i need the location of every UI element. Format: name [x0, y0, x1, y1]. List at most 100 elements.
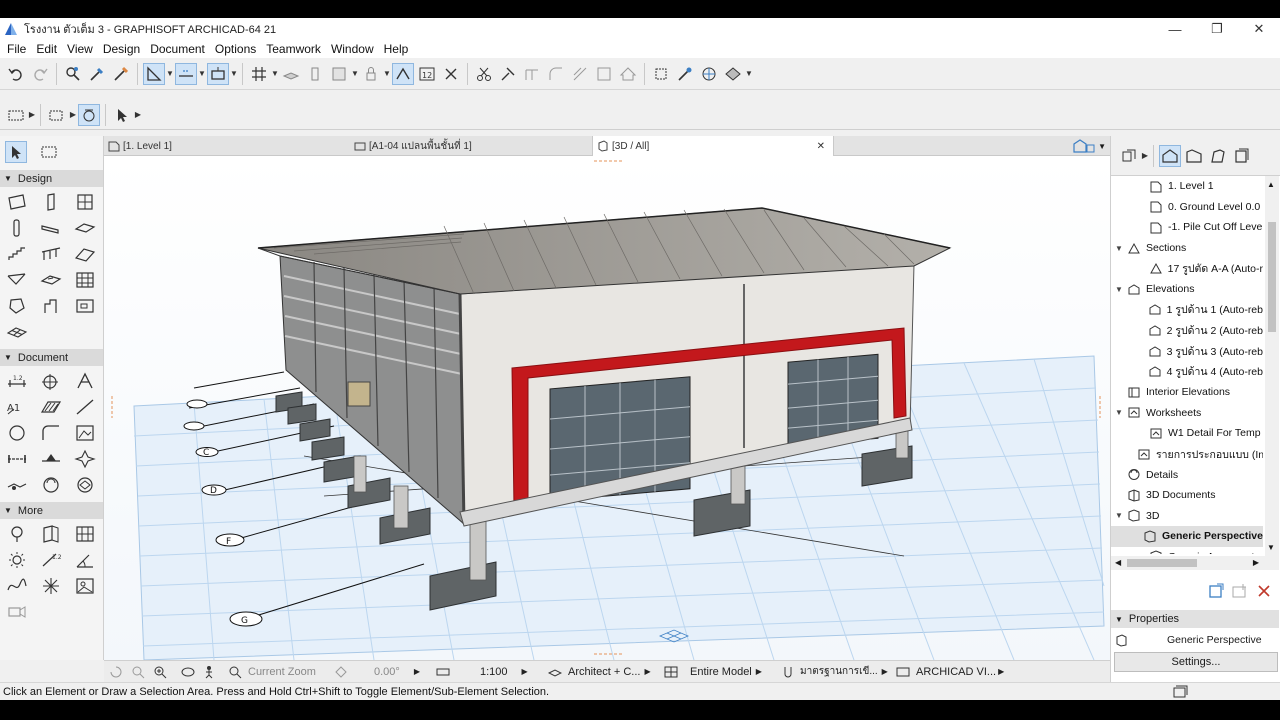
elevation-tool-icon[interactable]	[34, 446, 68, 472]
worksheet-tool-icon[interactable]	[0, 472, 34, 498]
navigator-item[interactable]: ▼ Worksheets	[1111, 403, 1263, 424]
object-tool-icon[interactable]	[34, 293, 68, 319]
lamp-tool-icon[interactable]	[0, 521, 34, 547]
label-tool-icon[interactable]: A1	[0, 394, 34, 420]
properties-header[interactable]: ▼ Properties	[1111, 610, 1279, 628]
beam-tool-icon[interactable]	[34, 215, 68, 241]
image-figure-tool-icon[interactable]	[68, 573, 102, 599]
navigator-item[interactable]: 17 รูปตัด A-A (Auto-r	[1111, 258, 1263, 279]
navigator-item[interactable]: -1. Pile Cut Off Leve	[1111, 217, 1263, 238]
render-icon[interactable]	[722, 63, 744, 85]
orbit-back-button[interactable]	[108, 665, 124, 679]
guide-dropdown[interactable]: ▼	[166, 63, 174, 85]
morph-tool-icon[interactable]	[0, 293, 34, 319]
publisher-sets-icon[interactable]	[1231, 145, 1253, 167]
marquee-icon[interactable]	[328, 63, 350, 85]
windows-toggle-icon[interactable]	[1172, 685, 1188, 699]
expand-toggle-icon[interactable]: ▼	[1113, 244, 1125, 253]
camera-tool-icon[interactable]	[0, 599, 34, 625]
navigator-item[interactable]: Generic Axonometr	[1111, 547, 1263, 554]
navigator-item[interactable]: ▼ 3D	[1111, 506, 1263, 527]
navigator-item[interactable]: ▼ Elevations	[1111, 279, 1263, 300]
pen-set-control[interactable]: Architect + C... ▶	[548, 666, 658, 678]
menu-file[interactable]: File	[2, 42, 31, 56]
navigator-mode-icon[interactable]	[1118, 145, 1140, 167]
stair-tool-icon[interactable]	[0, 241, 34, 267]
gravity-icon[interactable]	[207, 62, 229, 85]
layer-icon[interactable]	[280, 63, 302, 85]
renovation-filter-control[interactable]: ARCHICAD VI... ▶	[896, 666, 1006, 678]
scroll-down-arrow-icon[interactable]: ▼	[1267, 543, 1275, 552]
tab-3d-all[interactable]: [3D / All] ✕	[592, 136, 834, 156]
scale-control[interactable]: 1:100 ▶	[436, 666, 542, 678]
syringe-icon[interactable]	[110, 63, 132, 85]
new-view-icon[interactable]	[1207, 582, 1225, 600]
dimension-tool-icon[interactable]: 1.2	[0, 368, 34, 394]
line-tool-icon[interactable]	[68, 394, 102, 420]
menu-view[interactable]: View	[62, 42, 98, 56]
scissors-icon[interactable]	[473, 63, 495, 85]
arrow-select-dropdown[interactable]: ▶	[134, 104, 142, 126]
navigator-mode-dropdown[interactable]: ▶	[1141, 145, 1149, 167]
navigator-item[interactable]: Generic Perspective	[1111, 526, 1263, 547]
navigator-item[interactable]: 4 รูปด้าน 4 (Auto-reb	[1111, 361, 1263, 382]
navigator-horizontal-scrollbar[interactable]: ◀ ▶	[1111, 556, 1279, 570]
undo-button[interactable]	[5, 63, 27, 85]
arrow-select-icon[interactable]	[111, 104, 133, 126]
level-dimension-tool-icon[interactable]	[34, 368, 68, 394]
selection-mode-dropdown[interactable]: ▶	[28, 104, 36, 126]
wall-tool-icon[interactable]	[0, 189, 34, 215]
section-tool-icon[interactable]	[0, 446, 34, 472]
fillet-icon[interactable]	[545, 63, 567, 85]
navigator-item[interactable]: 3D Documents	[1111, 485, 1263, 506]
angle-dimension-tool-icon[interactable]	[68, 547, 102, 573]
teamwork-globe-icon[interactable]	[698, 63, 720, 85]
change-tool-icon[interactable]	[68, 472, 102, 498]
adjust-icon[interactable]	[497, 63, 519, 85]
railing-tool-icon[interactable]	[34, 241, 68, 267]
zoom-in-button[interactable]	[130, 665, 146, 679]
door-tool-icon[interactable]	[34, 189, 68, 215]
scrollbar-thumb[interactable]	[1268, 222, 1276, 332]
tab-layout-a1-04[interactable]: [A1-04 แปลนพื้นชั้นที่ 1]	[350, 136, 590, 156]
menu-window[interactable]: Window	[326, 42, 379, 56]
group-icon[interactable]	[650, 63, 672, 85]
expand-toggle-icon[interactable]: ▼	[1113, 511, 1125, 520]
snap-guide-icon[interactable]	[175, 62, 197, 85]
view-settings-button[interactable]: Settings...	[1114, 652, 1278, 672]
redo-button[interactable]	[29, 63, 51, 85]
light-tool-icon[interactable]	[0, 547, 34, 573]
lock-dropdown[interactable]: ▼	[383, 63, 391, 85]
grid-snap-icon[interactable]	[248, 63, 270, 85]
project-map-icon[interactable]	[1159, 144, 1181, 167]
curtain-wall-tool-icon[interactable]	[68, 267, 102, 293]
menu-document[interactable]: Document	[145, 42, 210, 56]
document-section-header[interactable]: ▼ Document	[0, 349, 103, 366]
navigator-item[interactable]: 1 รูปด้าน 1 (Auto-reb	[1111, 300, 1263, 321]
pencil-section-icon[interactable]	[304, 63, 326, 85]
horizontal-scrollbar-thumb[interactable]	[1127, 559, 1197, 567]
3d-model-scene[interactable]: C D F G	[104, 156, 1110, 660]
zoom-fit-button[interactable]	[152, 665, 168, 679]
minimize-button[interactable]: —	[1154, 18, 1196, 40]
mesh-tool-icon[interactable]	[0, 319, 34, 345]
pen-brush-icon[interactable]	[674, 63, 696, 85]
close-window-button[interactable]: ✕	[1238, 18, 1280, 40]
column-tool-icon[interactable]	[0, 215, 34, 241]
dimension-standard-control[interactable]: มาตรฐานการเขี... ▶	[782, 664, 890, 679]
grid-snap-dropdown[interactable]: ▼	[271, 63, 279, 85]
intersect-icon[interactable]	[521, 63, 543, 85]
navigator-item[interactable]: รายการประกอบแบบ (In	[1111, 444, 1263, 465]
menu-edit[interactable]: Edit	[31, 42, 62, 56]
zoom-level-control[interactable]: Current Zoom	[228, 665, 324, 679]
scroll-up-arrow-icon[interactable]: ▲	[1267, 180, 1275, 189]
shell-tool-icon[interactable]	[0, 267, 34, 293]
menu-design[interactable]: Design	[98, 42, 145, 56]
text-tool-icon[interactable]	[68, 368, 102, 394]
marquee-dropdown[interactable]: ▼	[351, 63, 359, 85]
view-map-tab-icon[interactable]	[1183, 145, 1205, 167]
layout-book-icon[interactable]	[1207, 145, 1229, 167]
arrow-tool-icon[interactable]	[5, 141, 27, 163]
close-tab-button[interactable]: ✕	[817, 141, 825, 152]
scroll-left-arrow-icon[interactable]: ◀	[1115, 558, 1121, 567]
